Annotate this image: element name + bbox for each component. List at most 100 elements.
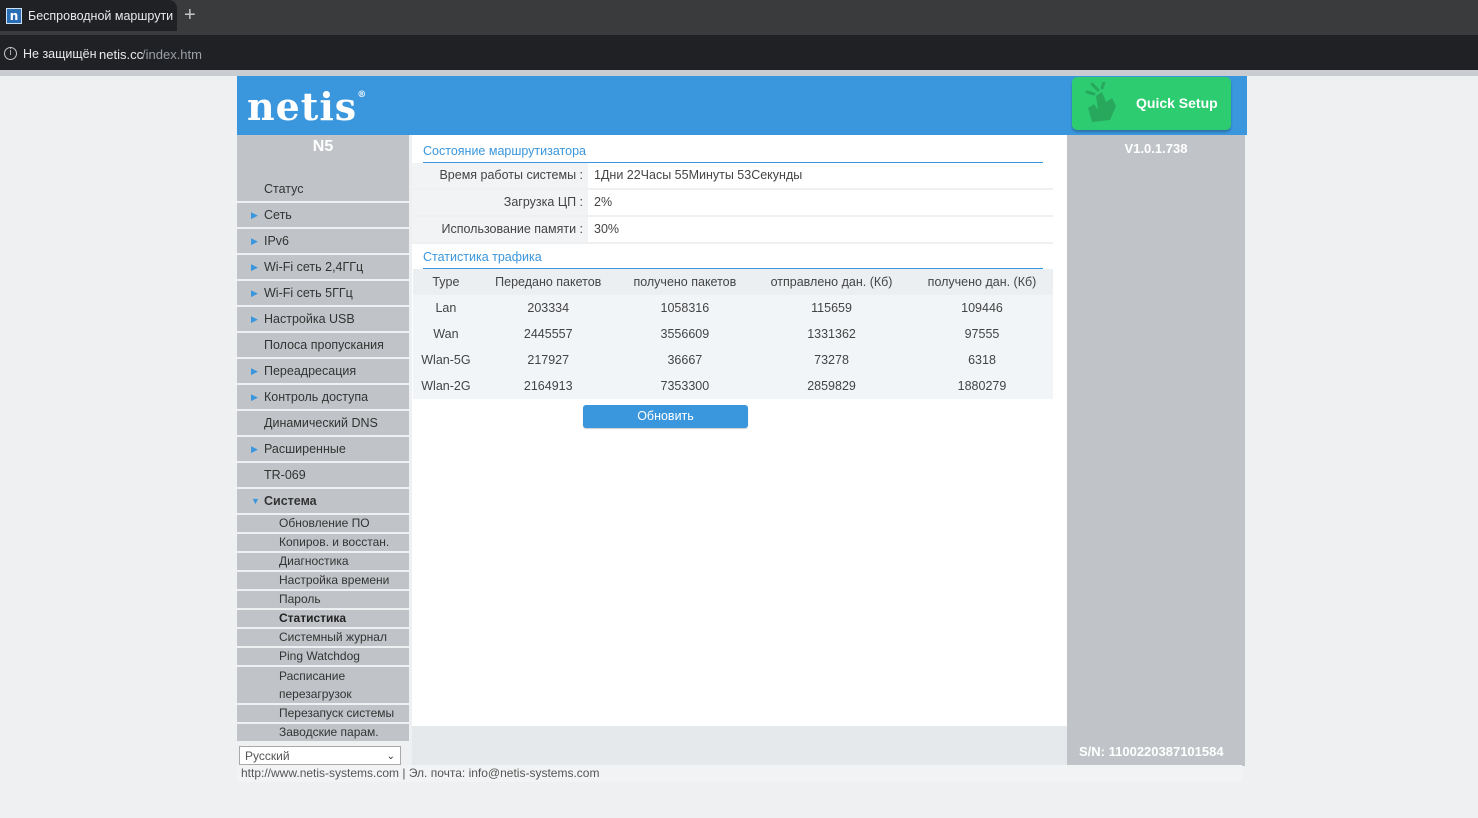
table-cell: 2445557 [478,321,618,347]
sidebar-subitem[interactable]: Настройка времени [237,572,409,589]
sidebar-item[interactable]: ▶ Wi-Fi сеть 5ГГц [237,281,409,305]
url-path[interactable]: /index.htm [142,47,202,62]
table-row: Lan 203334 1058316 115659 109446 [413,295,1053,321]
sidebar-menu: N5 Статус ▶ Сеть ▶ IPv6 ▶ Wi-Fi сеть 2,4ГГц ▶ Wi… [237,135,409,743]
expand-arrow-icon: ▶ [251,392,258,402]
footer-contacts: http://www.netis-systems.com | Эл. почта… [237,765,1242,782]
refresh-button[interactable]: Обновить [583,405,748,428]
sidebar-item[interactable]: ▼ Система [237,489,409,513]
firmware-version: V1.0.1.738 [1124,141,1188,156]
sidebar-item[interactable]: Статус [237,177,409,201]
sidebar-item[interactable]: ▶ Контроль доступа [237,385,409,409]
quick-setup-label: Quick Setup [1136,95,1218,111]
tab-title: Беспроводной маршрутиз [28,8,173,23]
sidebar-subitem[interactable]: Системный журнал [237,629,409,646]
expand-arrow-icon: ▶ [251,314,258,324]
sidebar-subitem[interactable]: Пароль [237,591,409,608]
router-header: netis® Quick Setup [237,76,1247,135]
main-content: Состояние маршрутизатора Время работы си… [412,135,1067,726]
language-select[interactable]: Русский ⌄ [239,746,401,765]
serial-number: S/N: 1100220387101584 [1079,744,1224,759]
browser-tab[interactable]: n Беспроводной маршрутиз [0,0,177,31]
column-header: Передано пакетов [478,269,618,295]
table-cell: 2859829 [752,373,911,399]
sidebar-item[interactable]: ▶ Настройка USB [237,307,409,331]
memory-row: Использование памяти : 30% [412,217,1053,244]
table-cell: 1331362 [752,321,911,347]
traffic-table: Type Передано пакетов получено пакетов отпр… [413,269,1053,399]
table-cell: 217927 [478,347,618,373]
table-cell: Wlan-2G [413,373,479,399]
sidebar-item-label: Настройка USB [264,312,355,326]
uptime-label: Время работы системы : [412,163,588,188]
table-cell: 73278 [752,347,911,373]
sidebar-subitem[interactable]: Обновление ПО [237,515,409,532]
sidebar-item[interactable]: Полоса пропускания [237,333,409,357]
model-name: N5 [237,135,409,159]
table-cell: 115659 [752,295,911,321]
url-domain[interactable]: netis.cc [99,47,143,62]
new-tab-icon[interactable]: + [184,4,196,27]
sidebar-subitem[interactable]: Перезапуск системы [237,705,409,722]
quick-setup-button[interactable]: Quick Setup [1072,77,1231,130]
sidebar-item[interactable]: ▶ Переадресация [237,359,409,383]
sidebar-subitem[interactable]: Расписание перезагрузок [237,667,409,703]
hand-pointer-icon [1085,82,1116,122]
table-cell: 203334 [478,295,618,321]
sidebar-item-label: Wi-Fi сеть 2,4ГГц [264,260,364,274]
sidebar-subitem[interactable]: Заводские парам. [237,724,409,741]
table-cell: 1058316 [617,295,753,321]
table-cell: Wan [413,321,479,347]
traffic-stats-title: Статистика трафика [423,246,1043,269]
sidebar-item-label: Сеть [264,208,292,222]
column-header: Type [413,269,479,295]
address-bar[interactable] [0,35,1478,70]
table-row: Wlan-2G 2164913 7353300 2859829 1880279 [413,373,1053,399]
expand-arrow-icon: ▶ [251,236,258,246]
netis-logo: netis® [247,84,368,129]
column-header: получено пакетов [617,269,753,295]
cpu-value: 2% [594,195,613,209]
memory-label: Использование памяти : [412,217,588,242]
sidebar-item[interactable]: ▶ Сеть [237,203,409,227]
sidebar-item-label: TR-069 [264,468,306,482]
sidebar-item[interactable]: Динамический DNS [237,411,409,435]
chevron-down-icon: ⌄ [386,751,395,762]
table-cell: 7353300 [617,373,753,399]
netis-favicon-icon: n [6,7,22,24]
memory-value: 30% [594,222,620,236]
uptime-value: 1Дни 22Часы 55Минуты 53Секунды [594,168,803,182]
info-icon[interactable]: i [4,47,17,60]
sidebar-item-label: Динамический DNS [264,416,378,430]
sidebar-item-label: Wi-Fi сеть 5ГГц [264,286,353,300]
column-header: отправлено дан. (Кб) [752,269,911,295]
table-row: Wan 2445557 3556609 1331362 97555 [413,321,1053,347]
language-value: Русский [245,749,290,763]
table-cell: 36667 [617,347,753,373]
sidebar-subitem[interactable]: Диагностика [237,553,409,570]
table-cell: 6318 [911,347,1053,373]
table-cell: 109446 [911,295,1053,321]
sidebar-subitem[interactable]: Статистика [237,610,409,627]
table-header-row: Type Передано пакетов получено пакетов отпр… [413,269,1053,295]
security-status[interactable]: Не защищён [23,47,97,61]
table-cell: Lan [413,295,479,321]
sidebar-item-label: Статус [264,182,304,196]
column-header: получено дан. (Кб) [911,269,1053,295]
expand-arrow-icon: ▶ [251,262,258,272]
sidebar-item[interactable]: ▶ Расширенные [237,437,409,461]
sidebar-subitem[interactable]: Ping Watchdog [237,648,409,665]
sidebar-item-label: Расширенные [264,442,346,456]
sidebar-subitem[interactable]: Копиров. и восстан. [237,534,409,551]
sidebar-item[interactable]: ▶ IPv6 [237,229,409,253]
expand-arrow-icon: ▶ [251,210,258,220]
expand-arrow-icon: ▶ [251,366,258,376]
sidebar-item[interactable]: ▶ Wi-Fi сеть 2,4ГГц [237,255,409,279]
router-status-title: Состояние маршрутизатора [423,140,1043,163]
expand-arrow-icon: ▶ [251,444,258,454]
sidebar-item-label: Контроль доступа [264,390,369,404]
expand-arrow-icon: ▶ [251,288,258,298]
sidebar-item[interactable]: TR-069 [237,463,409,487]
sidebar-item-label: Переадресация [264,364,357,378]
table-cell: 97555 [911,321,1053,347]
